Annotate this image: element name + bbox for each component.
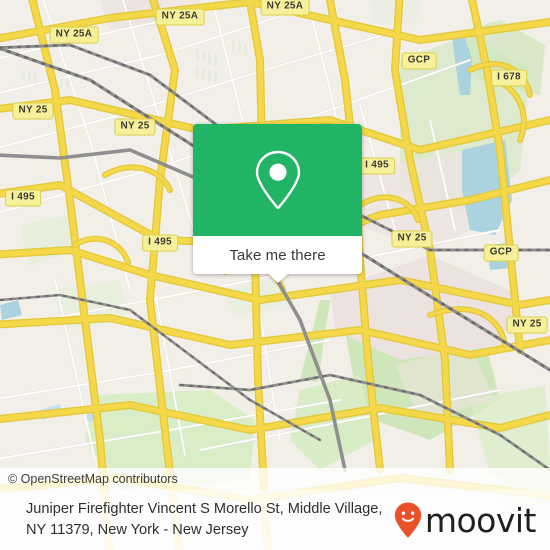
location-pin-icon: [255, 150, 300, 209]
road-shield: NY 25: [506, 316, 548, 334]
road-shield: I 495: [142, 234, 178, 252]
take-me-there-label: Take me there: [229, 246, 326, 264]
callout-action-area[interactable]: Take me there: [193, 236, 362, 283]
road-shield: GCP: [401, 52, 437, 70]
road-shield: GCP: [483, 244, 519, 262]
road-shield: NY 25: [114, 118, 156, 136]
road-shield: NY 25A: [260, 0, 310, 16]
callout-image-area: [193, 124, 362, 236]
road-shield: NY 25A: [155, 8, 205, 26]
moovit-logo[interactable]: moovit: [393, 500, 537, 540]
road-shield: NY 25: [12, 102, 54, 120]
map-callout-card[interactable]: Take me there: [193, 124, 362, 283]
map-attribution: © OpenStreetMap contributors: [0, 468, 550, 490]
road-shield: I 495: [359, 157, 395, 175]
moovit-map-screen: .rd { stroke:#f4d84a; stroke-linecap:rou…: [0, 0, 550, 550]
road-shield: NY 25A: [49, 26, 99, 44]
moovit-wordmark: moovit: [424, 500, 537, 540]
road-shield: NY 25: [391, 230, 433, 248]
place-title: Juniper Firefighter Vincent S Morello St…: [26, 501, 383, 538]
callout-pointer-tail: [266, 273, 289, 283]
moovit-smiley-pin-icon: [394, 502, 422, 538]
road-shield: I 678: [491, 69, 527, 87]
attribution-text: © OpenStreetMap contributors: [8, 472, 178, 486]
bottom-info-bar: Juniper Firefighter Vincent S Morello St…: [0, 490, 550, 550]
road-shield: I 495: [5, 189, 41, 207]
